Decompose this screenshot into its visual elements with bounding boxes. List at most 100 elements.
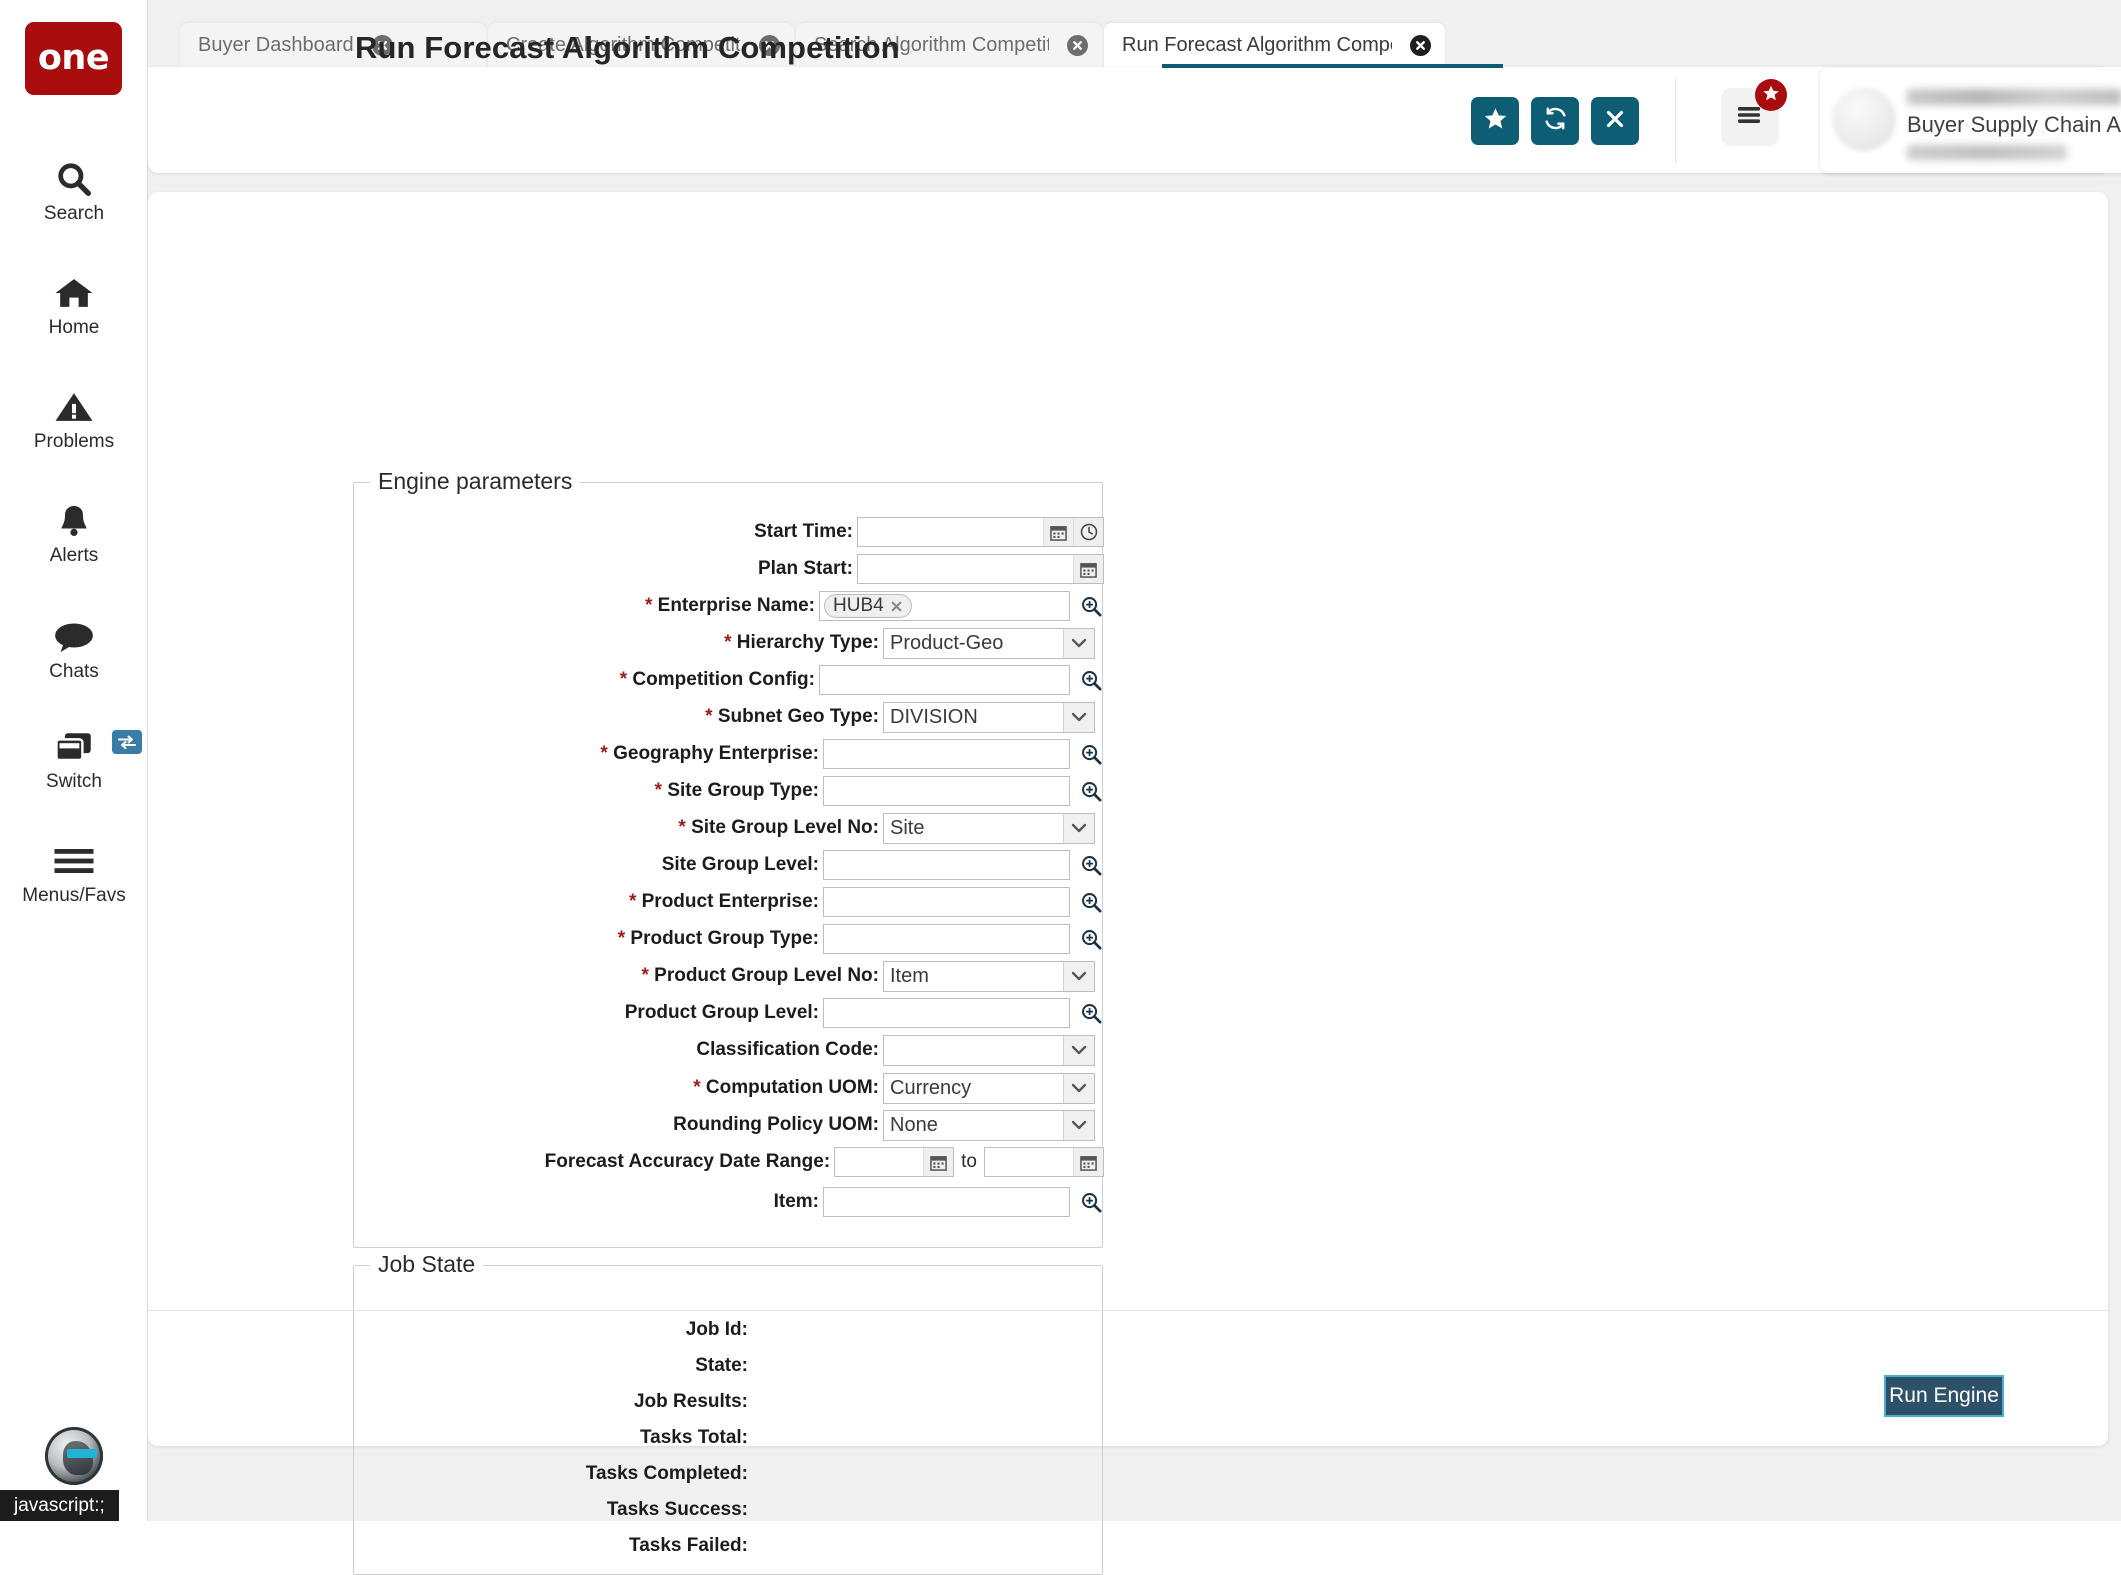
required-marker: * xyxy=(645,595,652,616)
favorite-button[interactable] xyxy=(1471,97,1519,145)
product-group-level-input[interactable] xyxy=(823,998,1070,1028)
field-row-site-group-type: * Site Group Type: xyxy=(354,776,1104,806)
chevron-down-icon[interactable] xyxy=(1063,1074,1094,1103)
job-state-row-job-results: Job Results: xyxy=(354,1389,1104,1415)
forecast-accuracy-date-from-input[interactable] xyxy=(834,1147,954,1177)
warning-triangle-icon xyxy=(54,386,94,428)
chevron-down-icon[interactable] xyxy=(1063,1036,1094,1065)
job-state-label-state: State: xyxy=(354,1355,752,1377)
page-title: Run Forecast Algorithm Competition xyxy=(355,30,900,66)
close-x-icon xyxy=(1603,107,1627,136)
select-value: Item xyxy=(890,965,929,988)
subnet-geo-type-select[interactable]: DIVISION xyxy=(883,702,1095,733)
field-row-forecast-accuracy-date-range: Forecast Accuracy Date Range: to xyxy=(354,1147,1104,1177)
page-content-panel: Engine parameters Start Time: xyxy=(148,192,2108,1446)
left-nav-rail: one Search Home Problems Alerts Chats xyxy=(0,0,148,1521)
geography-enterprise-input[interactable] xyxy=(823,739,1070,769)
field-row-hierarchy-type: * Hierarchy Type: Product-Geo xyxy=(354,628,1104,658)
search-plus-icon[interactable] xyxy=(1078,741,1104,767)
sidebar-label-chats: Chats xyxy=(49,661,99,683)
status-bar-link-tooltip: javascript:; xyxy=(0,1490,119,1521)
required-marker: * xyxy=(724,632,731,653)
refresh-button[interactable] xyxy=(1531,97,1579,145)
ai-assistant-avatar[interactable] xyxy=(45,1427,103,1485)
clock-icon[interactable] xyxy=(1073,518,1103,546)
plan-start-input[interactable] xyxy=(857,554,1104,584)
sidebar-item-menus-favs[interactable]: Menus/Favs xyxy=(0,840,148,907)
close-button[interactable] xyxy=(1591,97,1639,145)
field-row-classification-code: Classification Code: xyxy=(354,1035,1104,1065)
calendar-icon[interactable] xyxy=(1073,555,1103,583)
job-state-row-tasks-completed: Tasks Completed: xyxy=(354,1461,1104,1487)
switch-toggle-badge[interactable] xyxy=(112,730,142,754)
hierarchy-type-select[interactable]: Product-Geo xyxy=(883,628,1095,659)
sidebar-label-menus-favs: Menus/Favs xyxy=(22,885,125,907)
sidebar-item-chats[interactable]: Chats xyxy=(0,616,148,683)
search-plus-icon[interactable] xyxy=(1078,667,1104,693)
assistant-visor xyxy=(67,1449,97,1458)
tab-close-icon[interactable] xyxy=(1067,35,1088,56)
product-enterprise-input[interactable] xyxy=(823,887,1070,917)
computation-uom-select[interactable]: Currency xyxy=(883,1073,1095,1104)
sidebar-label-switch: Switch xyxy=(46,771,102,793)
app-surface: Buyer Dashboard Create Algorithm Competi… xyxy=(148,0,2121,1521)
forecast-accuracy-date-to-input[interactable] xyxy=(984,1147,1104,1177)
chevron-down-icon[interactable] xyxy=(1063,962,1094,991)
field-row-product-group-type: * Product Group Type: xyxy=(354,924,1104,954)
run-engine-button[interactable]: Run Engine xyxy=(1884,1375,2004,1417)
switch-windows-icon xyxy=(54,726,94,768)
search-plus-icon[interactable] xyxy=(1078,778,1104,804)
user-secondary-redacted xyxy=(1907,145,2067,160)
chip-remove-icon[interactable] xyxy=(890,600,903,613)
start-time-input[interactable] xyxy=(857,517,1104,547)
required-marker: * xyxy=(629,891,636,912)
enterprise-name-input[interactable]: HUB4 xyxy=(819,591,1070,621)
field-row-geography-enterprise: * Geography Enterprise: xyxy=(354,739,1104,769)
competition-config-input[interactable] xyxy=(819,665,1070,695)
sidebar-item-problems[interactable]: Problems xyxy=(0,386,148,453)
field-label-site-group-level: Site Group Level: xyxy=(354,854,823,876)
product-group-level-no-select[interactable]: Item xyxy=(883,961,1095,992)
select-value: Site xyxy=(890,817,924,840)
user-account-card[interactable]: Buyer Supply Chain Admin xyxy=(1820,67,2121,173)
chevron-down-icon[interactable] xyxy=(1063,703,1094,732)
enterprise-name-chip[interactable]: HUB4 xyxy=(824,594,912,618)
field-label-start-time: Start Time: xyxy=(354,521,857,543)
field-label-product-group-level-no: * Product Group Level No: xyxy=(354,965,883,987)
field-label-item: Item: xyxy=(354,1191,823,1213)
tab-label: Run Forecast Algorithm Competi... xyxy=(1122,34,1392,57)
chevron-down-icon[interactable] xyxy=(1063,814,1094,843)
tab-run-forecast-algorithm-competition[interactable]: Run Forecast Algorithm Competi... xyxy=(1104,23,1445,68)
site-group-level-input[interactable] xyxy=(823,850,1070,880)
item-input[interactable] xyxy=(823,1187,1070,1217)
search-plus-icon[interactable] xyxy=(1078,1000,1104,1026)
product-group-type-input[interactable] xyxy=(823,924,1070,954)
calendar-icon[interactable] xyxy=(1043,518,1073,546)
field-row-site-group-level: Site Group Level: xyxy=(354,850,1104,880)
engine-parameters-fieldset: Engine parameters Start Time: xyxy=(353,482,1103,1248)
rounding-policy-uom-select[interactable]: None xyxy=(883,1110,1095,1141)
search-plus-icon[interactable] xyxy=(1078,889,1104,915)
star-icon xyxy=(1483,106,1508,136)
search-plus-icon[interactable] xyxy=(1078,1189,1104,1215)
classification-code-select[interactable] xyxy=(883,1035,1095,1066)
tab-close-icon[interactable] xyxy=(1410,35,1431,56)
required-marker: * xyxy=(705,706,712,727)
sidebar-item-home[interactable]: Home xyxy=(0,272,148,339)
calendar-icon[interactable] xyxy=(1073,1148,1103,1176)
site-group-type-input[interactable] xyxy=(823,776,1070,806)
search-plus-icon[interactable] xyxy=(1078,926,1104,952)
field-label-product-group-type: * Product Group Type: xyxy=(354,928,823,950)
sidebar-item-search[interactable]: Search xyxy=(0,158,148,225)
site-group-level-no-select[interactable]: Site xyxy=(883,813,1095,844)
chevron-down-icon[interactable] xyxy=(1063,1111,1094,1140)
sidebar-item-alerts[interactable]: Alerts xyxy=(0,500,148,567)
calendar-icon[interactable] xyxy=(923,1148,953,1176)
user-role-label: Buyer Supply Chain Admin xyxy=(1907,112,2121,138)
chevron-down-icon[interactable] xyxy=(1063,629,1094,658)
app-logo[interactable]: one xyxy=(25,22,122,95)
page-header-panel xyxy=(148,67,2108,173)
field-label-hierarchy-type: * Hierarchy Type: xyxy=(354,632,883,654)
search-plus-icon[interactable] xyxy=(1078,593,1104,619)
search-plus-icon[interactable] xyxy=(1078,852,1104,878)
